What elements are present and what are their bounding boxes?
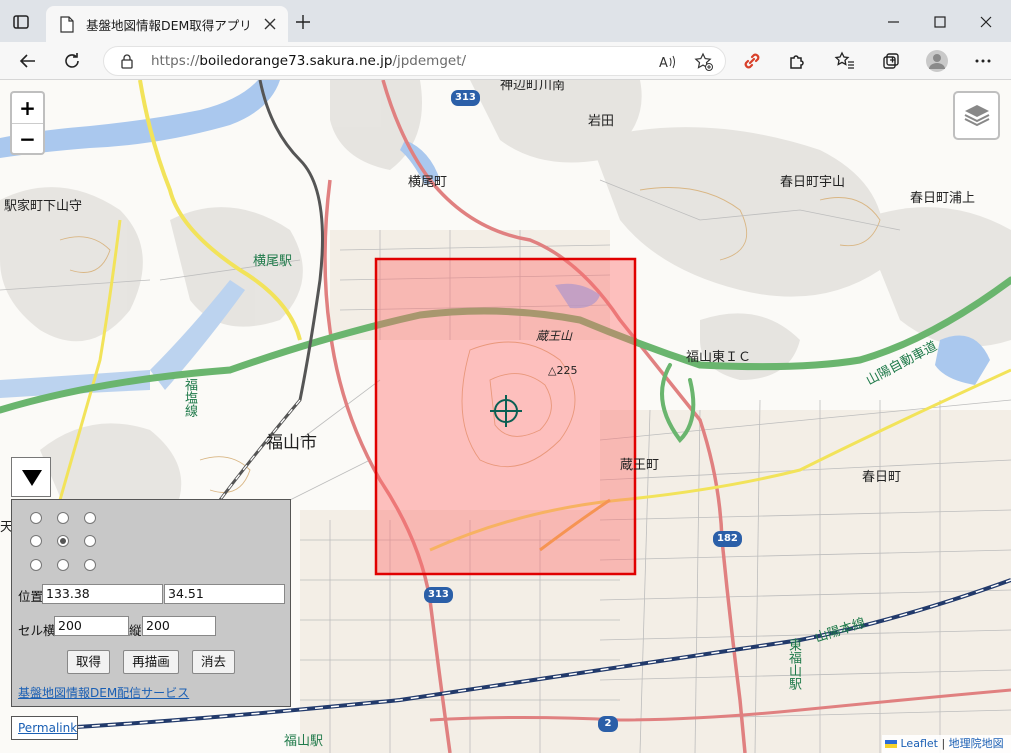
more-menu-icon[interactable] [972,50,994,72]
label-yokoo-station: 横尾駅 [253,254,293,269]
label-zaou-cho: 蔵王町 [620,458,660,473]
anchor-radio-top-right[interactable] [84,512,96,524]
layers-icon [964,105,990,127]
map-attribution: Leaflet | 地理院地図 [882,735,1011,753]
anchor-radio-bottom-left[interactable] [30,559,42,571]
label-zaou-san: 蔵王山 [536,329,573,343]
label-fukuyama-station: 福山駅 [284,734,324,749]
label-kasuga-uyama: 春日町宇山 [780,175,846,190]
refresh-icon[interactable] [61,50,83,72]
redraw-button[interactable]: 再描画 [123,650,179,674]
elevation-value: 225 [556,364,578,377]
add-favorite-icon[interactable] [694,52,714,72]
panel-toggle-button[interactable] [11,457,51,497]
lock-icon[interactable] [120,54,134,69]
label-yokoo-cho: 横尾町 [408,175,448,190]
map-view[interactable]: 神辺町川南 岩田 横尾町 春日町宇山 春日町浦上 駅家町下山守 横尾駅 蔵王山 … [0,80,1011,753]
tab-title: 基盤地図情報DEM取得アプリ [86,18,252,33]
attribution-separator: | [941,737,946,750]
layers-button[interactable] [953,91,1000,140]
label-elevation: △225 [548,364,578,377]
anchor-radio-top-center[interactable] [57,512,69,524]
route-shield-313-south: 313 [424,587,453,603]
clear-button[interactable]: 消去 [192,650,235,674]
tab-actions-icon[interactable] [11,12,31,32]
anchor-radio-bottom-right[interactable] [84,559,96,571]
anchor-radio-middle-left[interactable] [30,535,42,547]
dem-panel: 位置 133.38 34.51 セル横 200 縦 200 取得 再描画 消去 … [11,499,291,707]
extensions-icon[interactable] [786,50,808,72]
profile-avatar-icon[interactable] [925,49,949,73]
triangle-down-icon [22,470,42,486]
back-arrow-icon[interactable] [17,50,39,72]
route-shield-182: 182 [713,531,742,547]
label-kasuga-urakami: 春日町浦上 [910,191,976,206]
route-shield-313-north: 313 [451,90,480,106]
permalink-link[interactable]: Permalink [18,721,77,735]
dem-service-link[interactable]: 基盤地図情報DEM配信サービス [18,684,189,701]
new-tab-icon[interactable] [295,14,311,30]
close-tab-icon[interactable] [262,16,278,32]
anchor-radio-top-left[interactable] [30,512,42,524]
anchor-radio-middle-right[interactable] [84,535,96,547]
label-higashi-fukuyama-station: 東福山駅 [786,638,801,690]
anchor-radio-center[interactable] [57,535,69,547]
read-aloud-icon[interactable]: A [657,52,677,72]
collections-icon[interactable] [880,50,902,72]
label-fukuyama-city: 福山市 [266,433,317,453]
label-kannabe: 神辺町川南 [500,80,566,93]
link-icon[interactable] [741,50,763,72]
label-fukuen-line: 福塩線 [182,378,197,417]
latitude-input[interactable]: 34.51 [164,584,285,604]
address-bar[interactable]: https://boiledorange73.sakura.ne.jp/jpde… [103,46,726,76]
longitude-input[interactable]: 133.38 [42,584,163,604]
zoom-control: + − [10,91,45,155]
url-host: boiledorange73.sakura.ne.jp [199,53,393,69]
zoom-out-button[interactable]: − [12,123,43,153]
label-fukuyama-higashi-ic: 福山東ＩＣ [686,350,752,365]
url-path: /jpdemget/ [392,53,467,69]
document-icon [60,16,74,33]
zoom-in-button[interactable]: + [12,93,43,123]
favorites-icon[interactable] [834,50,856,72]
leaflet-link[interactable]: Leaflet [901,737,938,750]
label-ekiya-cho: 駅家町下山守 [4,199,83,214]
label-kasuga-cho: 春日町 [862,470,902,485]
svg-text:A: A [659,56,668,71]
cell-v-label: 縦 [129,623,142,638]
cell-h-input[interactable]: 200 [54,616,129,636]
permalink-box[interactable]: Permalink [11,716,78,740]
fetch-button[interactable]: 取得 [67,650,110,674]
url-protocol: https:// [151,53,200,69]
label-iwata: 岩田 [588,114,615,129]
gsi-link[interactable]: 地理院地図 [949,737,1004,750]
browser-toolbar: https://boiledorange73.sakura.ne.jp/jpde… [0,42,1011,80]
minimize-icon[interactable] [884,12,904,32]
position-label: 位置 [18,589,44,604]
route-shield-2: 2 [598,716,618,732]
browser-titlebar: 基盤地図情報DEM取得アプリ [0,0,1011,42]
browser-tab[interactable]: 基盤地図情報DEM取得アプリ [46,6,288,42]
cell-h-label: セル横 [18,623,56,638]
cell-v-input[interactable]: 200 [142,616,216,636]
close-window-icon[interactable] [976,12,996,32]
url-text[interactable]: https://boiledorange73.sakura.ne.jp/jpde… [151,53,466,69]
anchor-radio-bottom-center[interactable] [57,559,69,571]
ukraine-flag-icon [885,740,897,748]
maximize-icon[interactable] [930,12,950,32]
